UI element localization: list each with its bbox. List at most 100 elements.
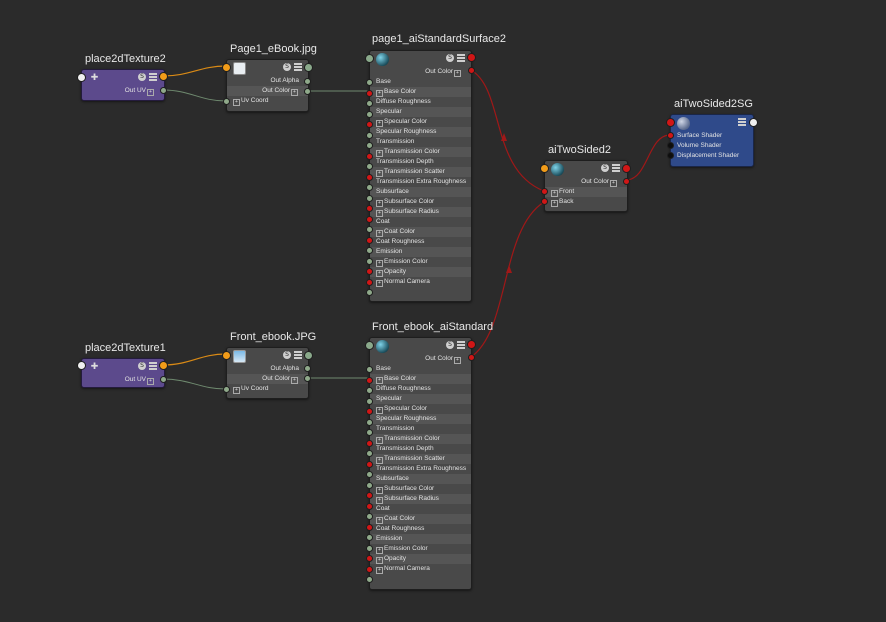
output-port[interactable] [159, 361, 168, 370]
attribute-input-port[interactable] [366, 110, 373, 118]
attribute-list-icon[interactable] [457, 54, 465, 62]
volume-shader-port[interactable] [667, 142, 674, 149]
expand-icon[interactable]: + [233, 99, 240, 106]
attribute-input-port[interactable] [366, 89, 373, 97]
attribute-input-port[interactable] [366, 226, 373, 233]
attribute-list-icon[interactable] [612, 164, 620, 172]
node-front-ebook-file[interactable]: S Out Alpha Out Color + + Uv Coord [226, 347, 309, 399]
expand-icon[interactable]: + [291, 377, 298, 384]
out-alpha-port[interactable] [304, 78, 311, 85]
input-port[interactable] [222, 63, 231, 72]
attribute-input-port[interactable] [366, 257, 373, 265]
expand-icon[interactable]: + [551, 200, 558, 207]
attribute-input-port[interactable] [366, 194, 373, 202]
expand-icon[interactable]: + [376, 260, 383, 267]
front-port[interactable] [541, 188, 548, 195]
output-port[interactable] [159, 72, 168, 81]
out-color-port[interactable] [304, 88, 311, 95]
attribute-input-port[interactable] [366, 173, 373, 181]
out-color-port[interactable] [468, 354, 475, 361]
attribute-input-port[interactable] [366, 131, 373, 139]
swatch-toggle-icon[interactable]: S [138, 362, 146, 370]
output-port[interactable] [622, 164, 631, 173]
node-page1-ebook-file[interactable]: S Out Alpha Out Color + + Uv Coord [226, 59, 309, 112]
output-port[interactable] [304, 63, 313, 72]
attribute-list-icon[interactable] [294, 63, 302, 71]
expand-icon[interactable]: + [551, 190, 558, 197]
node-aitwosided2sg[interactable]: Surface Shader Volume Shader Displacemen… [670, 114, 754, 167]
node-place2dtexture1[interactable]: ✚ S Out UV + [81, 358, 165, 388]
attribute-list-icon[interactable] [457, 341, 465, 349]
expand-icon[interactable]: + [376, 280, 383, 287]
out-color-port[interactable] [623, 178, 630, 185]
expand-icon[interactable]: + [376, 230, 383, 237]
node-place2dtexture2[interactable]: ✚ S Out UV + [81, 69, 165, 101]
input-port[interactable] [77, 73, 86, 82]
out-color-port[interactable] [468, 67, 475, 74]
attribute-input-port[interactable] [366, 513, 373, 520]
expand-icon[interactable]: + [376, 270, 383, 277]
node-front-standard-surface[interactable]: S Out Color + Base + Base Color Diffuse Roug… [369, 337, 472, 590]
attribute-input-port[interactable] [366, 502, 373, 510]
attribute-input-port[interactable] [366, 215, 373, 223]
expand-icon[interactable]: + [376, 120, 383, 127]
attribute-input-port[interactable] [366, 79, 373, 86]
attribute-list-icon[interactable] [738, 118, 746, 126]
expand-icon[interactable]: + [291, 89, 298, 96]
attribute-list-icon[interactable] [294, 351, 302, 359]
swatch-toggle-icon[interactable]: S [446, 341, 454, 349]
attribute-input-port[interactable] [366, 366, 373, 373]
out-uv-port[interactable] [160, 376, 167, 383]
swatch-toggle-icon[interactable]: S [283, 351, 291, 359]
attribute-input-port[interactable] [366, 481, 373, 489]
input-port[interactable] [540, 164, 549, 173]
attribute-input-port[interactable] [366, 268, 373, 275]
attribute-input-port[interactable] [366, 376, 373, 384]
node-aitwosided2[interactable]: S Out Color + + Front + Back [544, 160, 628, 212]
expand-icon[interactable]: + [147, 378, 154, 385]
expand-icon[interactable]: + [147, 89, 154, 96]
attribute-list-icon[interactable] [149, 73, 157, 81]
expand-icon[interactable]: + [454, 70, 461, 77]
attribute-input-port[interactable] [366, 450, 373, 457]
output-port[interactable] [467, 340, 476, 349]
attribute-input-port[interactable] [366, 555, 373, 562]
expand-icon[interactable]: + [376, 487, 383, 494]
attribute-input-port[interactable] [366, 397, 373, 405]
attribute-input-port[interactable] [366, 152, 373, 160]
attribute-input-port[interactable] [366, 534, 373, 541]
output-port[interactable] [749, 118, 758, 127]
output-port[interactable] [304, 351, 313, 360]
attribute-input-port[interactable] [366, 460, 373, 468]
expand-icon[interactable]: + [376, 170, 383, 177]
input-port[interactable] [222, 351, 231, 360]
expand-icon[interactable]: + [610, 180, 617, 187]
expand-icon[interactable]: + [376, 457, 383, 464]
swatch-toggle-icon[interactable]: S [446, 54, 454, 62]
uv-coord-port[interactable] [223, 386, 230, 393]
attribute-input-port[interactable] [366, 236, 373, 244]
attribute-input-port[interactable] [366, 439, 373, 447]
node-page1-standard-surface[interactable]: S Out Color + Base + Base Color Diffuse Roug… [369, 50, 472, 302]
expand-icon[interactable]: + [376, 200, 383, 207]
expand-icon[interactable]: + [376, 437, 383, 444]
expand-icon[interactable]: + [376, 150, 383, 157]
attribute-input-port[interactable] [366, 163, 373, 170]
displacement-shader-port[interactable] [667, 152, 674, 159]
attribute-input-port[interactable] [366, 523, 373, 531]
back-port[interactable] [541, 198, 548, 205]
attribute-input-port[interactable] [366, 429, 373, 436]
attribute-input-port[interactable] [366, 289, 373, 296]
attribute-input-port[interactable] [366, 544, 373, 552]
attribute-input-port[interactable] [366, 408, 373, 415]
attribute-input-port[interactable] [366, 565, 373, 573]
input-port[interactable] [666, 118, 675, 127]
input-port[interactable] [77, 361, 86, 370]
expand-icon[interactable]: + [454, 357, 461, 364]
out-color-port[interactable] [304, 375, 311, 382]
attribute-input-port[interactable] [366, 205, 373, 212]
expand-icon[interactable]: + [233, 387, 240, 394]
attribute-input-port[interactable] [366, 121, 373, 128]
attribute-input-port[interactable] [366, 278, 373, 286]
attribute-list-icon[interactable] [149, 362, 157, 370]
